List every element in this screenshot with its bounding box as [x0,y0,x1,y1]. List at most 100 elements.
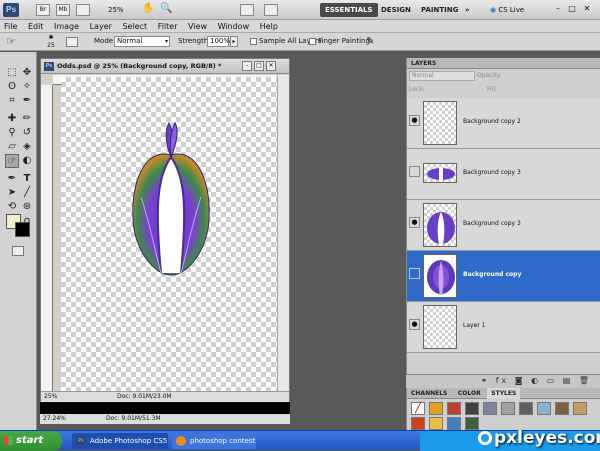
screen-mode-icon[interactable] [264,4,278,16]
paint-bucket-tool-icon[interactable]: ◈ [20,140,34,154]
workspace-painting-button[interactable]: PAINTING [416,3,463,17]
tab-layers[interactable]: LAYERS [407,58,440,69]
menu-window[interactable]: Window [214,20,254,33]
menu-select[interactable]: Select [118,20,151,33]
style-swatch[interactable] [465,417,479,430]
dodge-tool-icon[interactable]: ◐ [20,154,34,168]
style-swatch[interactable] [411,417,425,430]
layer-row[interactable]: ● Background copy 3 [407,200,600,251]
brush-panel-icon[interactable] [66,37,78,47]
doc-maximize-button[interactable]: □ [254,61,264,71]
menu-image[interactable]: Image [50,20,83,33]
bridge-icon[interactable]: Br [36,4,50,16]
tab-channels[interactable]: CHANNELS [407,388,451,399]
tab-color[interactable]: COLOR [454,388,485,399]
sample-all-layers-checkbox[interactable] [250,38,257,45]
style-swatch[interactable] [429,417,443,430]
style-swatch[interactable] [429,402,443,415]
style-swatch[interactable] [519,402,533,415]
eraser-tool-icon[interactable]: ▱ [5,140,19,154]
style-swatch[interactable] [465,402,479,415]
opacity-label: Opacity: [477,72,502,79]
style-swatch[interactable] [447,417,461,430]
pressure-icon[interactable]: ✎ [366,36,374,47]
blend-mode-dropdown[interactable]: Normal [409,71,475,81]
hand-tool-icon[interactable]: ✋ [142,3,154,14]
style-swatch[interactable] [573,402,587,415]
pen-tool-icon[interactable]: ✒ [5,172,19,186]
doc-minimize-button[interactable]: – [242,61,252,71]
doc-close-button[interactable]: ✕ [266,61,276,71]
strength-slider-button[interactable]: ▸ [230,36,238,47]
style-swatch[interactable] [537,402,551,415]
vertical-scrollbar[interactable] [277,75,289,391]
zoom-level-dropdown[interactable]: 25% [108,4,136,16]
eye-icon[interactable] [409,166,420,177]
eye-icon[interactable] [409,268,420,279]
workspace-design-button[interactable]: DESIGN [376,3,416,17]
lasso-tool-icon[interactable]: ʘ [5,80,19,94]
eye-icon[interactable]: ● [409,319,420,330]
menu-file[interactable]: File [0,20,21,33]
smudge-tool-preset-icon[interactable]: ☞ [6,36,16,48]
eye-icon[interactable]: ● [409,115,420,126]
quick-select-tool-icon[interactable]: ✧ [20,80,34,94]
minibridge-icon[interactable]: Mb [56,4,70,16]
style-swatch[interactable] [501,402,515,415]
brush-tool-icon[interactable]: ✏ [20,112,34,126]
history-brush-tool-icon[interactable]: ↺ [20,126,34,140]
layer-row[interactable]: ● Layer 1 [407,302,600,353]
marquee-tool-icon[interactable]: ⬚ [5,66,19,80]
type-tool-icon[interactable]: T [20,172,34,186]
tab-styles[interactable]: STYLES [487,388,521,399]
style-swatch[interactable] [447,402,461,415]
clone-stamp-tool-icon[interactable]: ⚲ [5,126,19,140]
taskbar-item-photoshop[interactable]: Ps Adobe Photoshop CS5 [72,433,168,449]
3d-rotate-tool-icon[interactable]: ⟲ [5,200,19,214]
style-swatch[interactable]: ╱ [411,402,425,415]
menu-layer[interactable]: Layer [86,20,116,33]
background-color-swatch[interactable] [15,222,30,237]
close-button[interactable]: ✕ [581,4,593,15]
smudge-tool-icon[interactable]: ☞ [5,154,19,168]
quick-mask-icon[interactable] [12,246,24,256]
layer-row[interactable]: Background copy 3 [407,149,600,200]
menu-filter[interactable]: Filter [154,20,182,33]
status-zoom[interactable]: 27.24% [43,414,66,424]
3d-orbit-tool-icon[interactable]: ⊛ [20,200,34,214]
path-selection-tool-icon[interactable]: ➤ [5,186,19,200]
document-info: Doc: 9.01M/23.0M [117,393,172,400]
cs-live-button[interactable]: ◉ CS Live [490,4,524,16]
menu-help[interactable]: Help [256,20,282,33]
styles-tab-bar: CHANNELS COLOR STYLES [407,388,600,399]
crop-tool-icon[interactable]: ⌗ [5,94,19,108]
more-workspaces-button[interactable]: » [460,3,475,17]
zoom-tool-icon[interactable]: 🔍 [160,3,172,14]
menu-edit[interactable]: Edit [24,20,48,33]
layer-row[interactable]: ● Background copy 2 [407,98,600,149]
move-tool-icon[interactable]: ✥ [20,66,34,80]
arrange-documents-icon[interactable] [240,4,254,16]
brush-preview-icon[interactable]: ✱ 25 [44,34,58,50]
layer-thumbnail [423,305,457,349]
menu-view[interactable]: View [184,20,211,33]
minimize-button[interactable]: – [552,4,564,15]
view-extras-icon[interactable] [76,4,90,16]
taskbar-item-browser[interactable]: photoshop contest o... [172,433,256,449]
document-canvas[interactable] [61,77,279,391]
mode-dropdown[interactable]: Normal ▾ [114,36,170,47]
start-button[interactable]: start [0,431,62,451]
line-tool-icon[interactable]: ╱ [20,186,34,200]
strength-input[interactable]: 100% [207,36,230,47]
document-zoom[interactable]: 25% [44,392,57,401]
style-swatch[interactable] [555,402,569,415]
eyedropper-tool-icon[interactable]: ✒ [20,94,34,108]
eye-icon[interactable]: ● [409,217,420,228]
maximize-button[interactable]: □ [566,4,578,15]
workspace-essentials-button[interactable]: ESSENTIALS [320,3,378,17]
layers-footer-toolbar[interactable]: ⚭ fx ◙ ◐ ▭ ▤ 🗑 [406,374,600,388]
layer-row-selected[interactable]: Background copy [407,251,600,302]
finger-painting-checkbox[interactable] [309,38,316,45]
style-swatch[interactable] [483,402,497,415]
healing-brush-tool-icon[interactable]: ✚ [5,112,19,126]
